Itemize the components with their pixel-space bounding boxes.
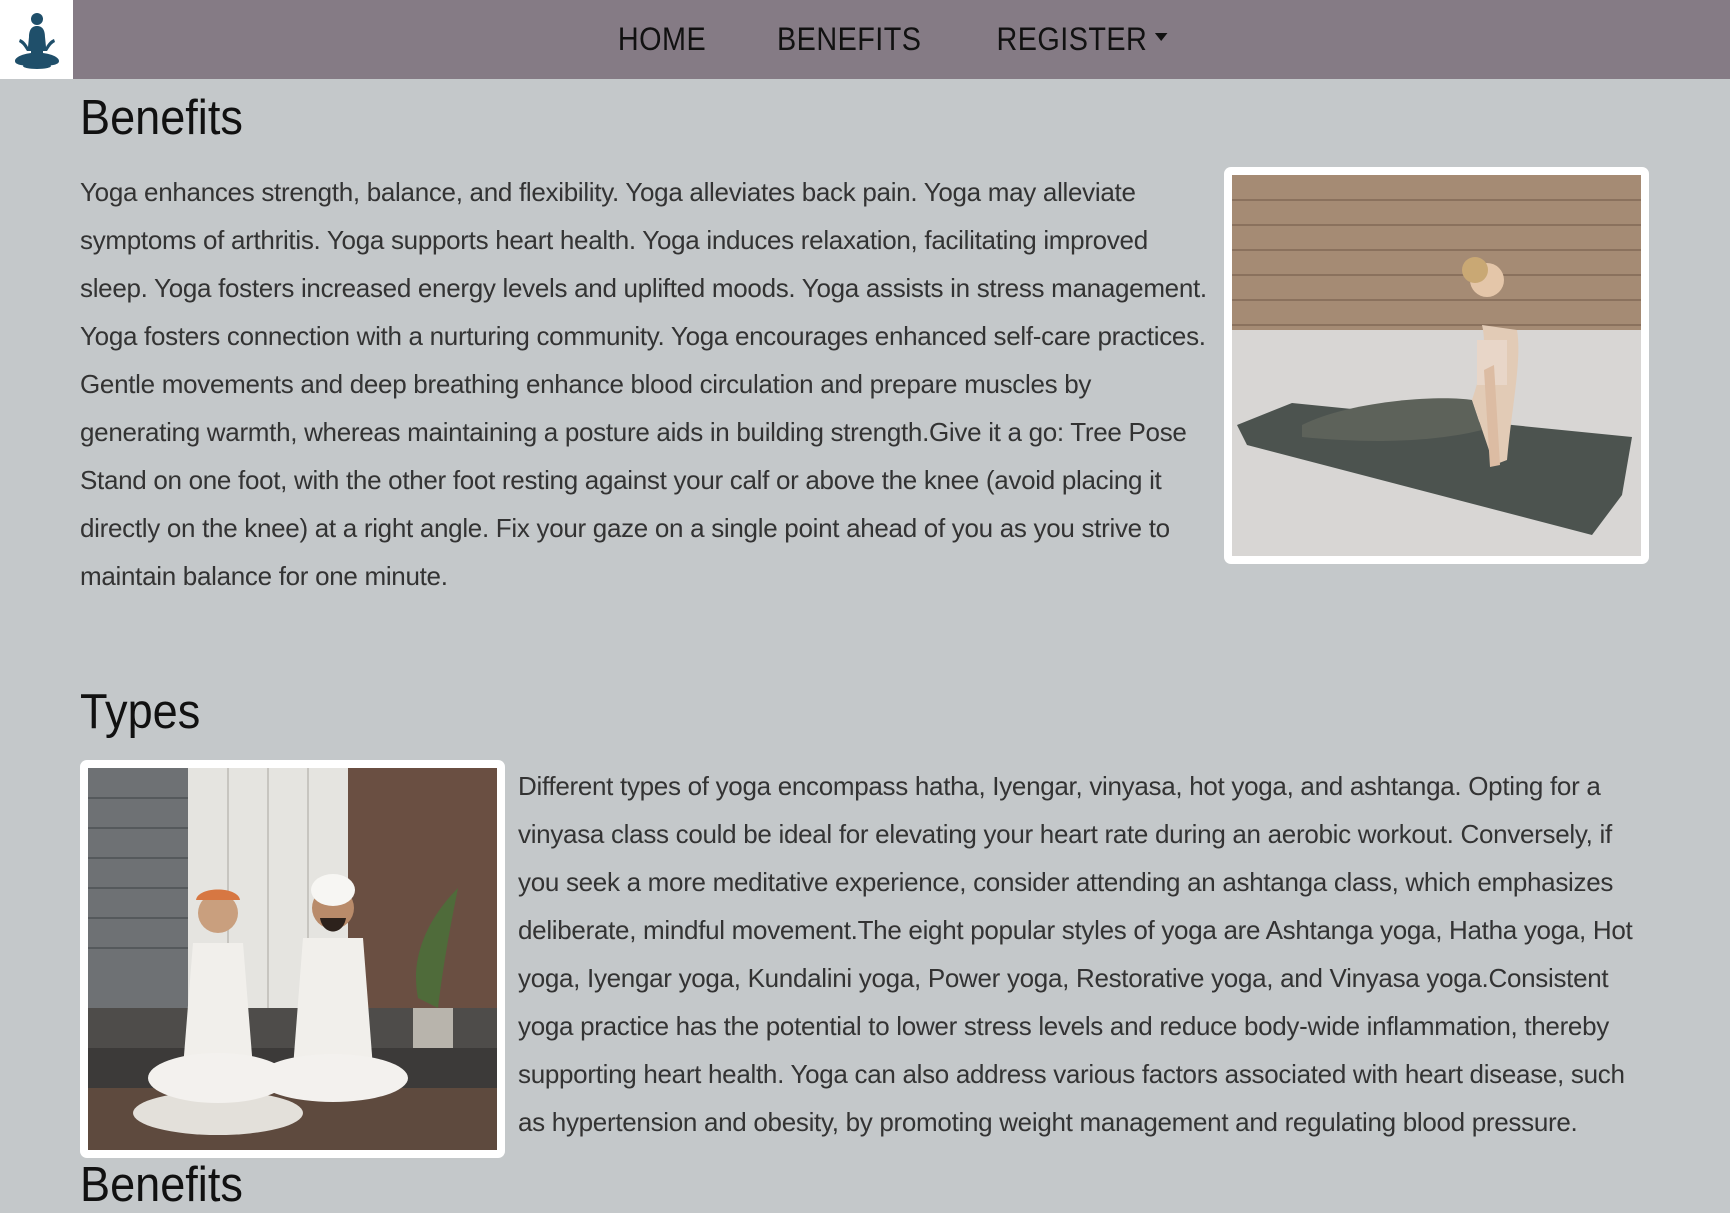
cobra-pose-photo (1224, 167, 1649, 564)
nav-benefits-label: BENEFITS (776, 21, 922, 57)
caret-down-icon (1154, 32, 1168, 41)
types-paragraph: Different types of yoga encompass hatha,… (518, 771, 1633, 1137)
nav-home[interactable]: HOME (618, 21, 706, 58)
nav-home-label: HOME (617, 21, 707, 57)
benefits-heading: Benefits (80, 91, 243, 145)
nav-benefits[interactable]: BENEFITS (777, 21, 921, 58)
top-navbar: HOME BENEFITS REGISTER (0, 0, 1730, 79)
meditating-couple-photo (80, 760, 505, 1158)
nav-register-dropdown[interactable]: REGISTER (997, 21, 1168, 58)
main-nav: HOME BENEFITS REGISTER (0, 0, 1730, 79)
types-heading: Types (80, 685, 201, 739)
next-section-heading: Benefits (80, 1158, 243, 1212)
benefits-paragraph: Yoga enhances strength, balance, and fle… (80, 177, 1207, 591)
nav-register-label: REGISTER (996, 21, 1148, 57)
